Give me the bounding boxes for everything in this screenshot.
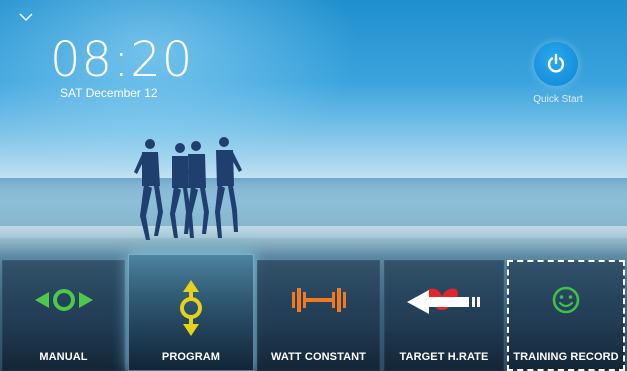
menu-item-target-hrate-label: TARGET H.RATE [399, 351, 489, 363]
menu-item-target-hrate[interactable]: TARGET H.RATE [384, 260, 504, 371]
quick-start-button[interactable]: Quick Start [524, 42, 594, 112]
chevron-down-icon[interactable] [18, 10, 34, 22]
shore-shine [0, 226, 627, 256]
clock-time: 08:20 [50, 32, 194, 88]
menu-item-manual-label: MANUAL [39, 351, 88, 363]
quick-start-label: Quick Start [533, 94, 583, 105]
program-arrows-icon [128, 278, 254, 336]
menu-item-manual[interactable]: MANUAL [2, 260, 125, 371]
menu-item-program[interactable]: PROGRAM [128, 254, 254, 371]
menu-item-watt-constant[interactable]: WATT CONSTANT [257, 260, 380, 371]
quick-start-circle [534, 42, 578, 86]
main-menu: MANUAL PROGRAM WATT CONSTANT TARGET H.RA… [0, 254, 627, 371]
menu-item-training-record[interactable]: TRAINING RECORD [507, 260, 625, 371]
dumbbell-icon [257, 280, 380, 334]
clock-date: SAT December 12 [60, 86, 158, 100]
menu-item-training-record-label: TRAINING RECORD [513, 351, 619, 363]
menu-item-watt-constant-label: WATT CONSTANT [271, 351, 366, 363]
menu-item-program-label: PROGRAM [161, 351, 221, 363]
smiley-icon [507, 280, 625, 334]
power-icon [547, 53, 565, 73]
runners-image [134, 137, 242, 240]
home-screen: 08:20 SAT December 12 Quick Start MANUAL… [0, 0, 627, 371]
heart-arrow-icon [384, 280, 504, 334]
manual-arrows-icon [2, 280, 125, 334]
